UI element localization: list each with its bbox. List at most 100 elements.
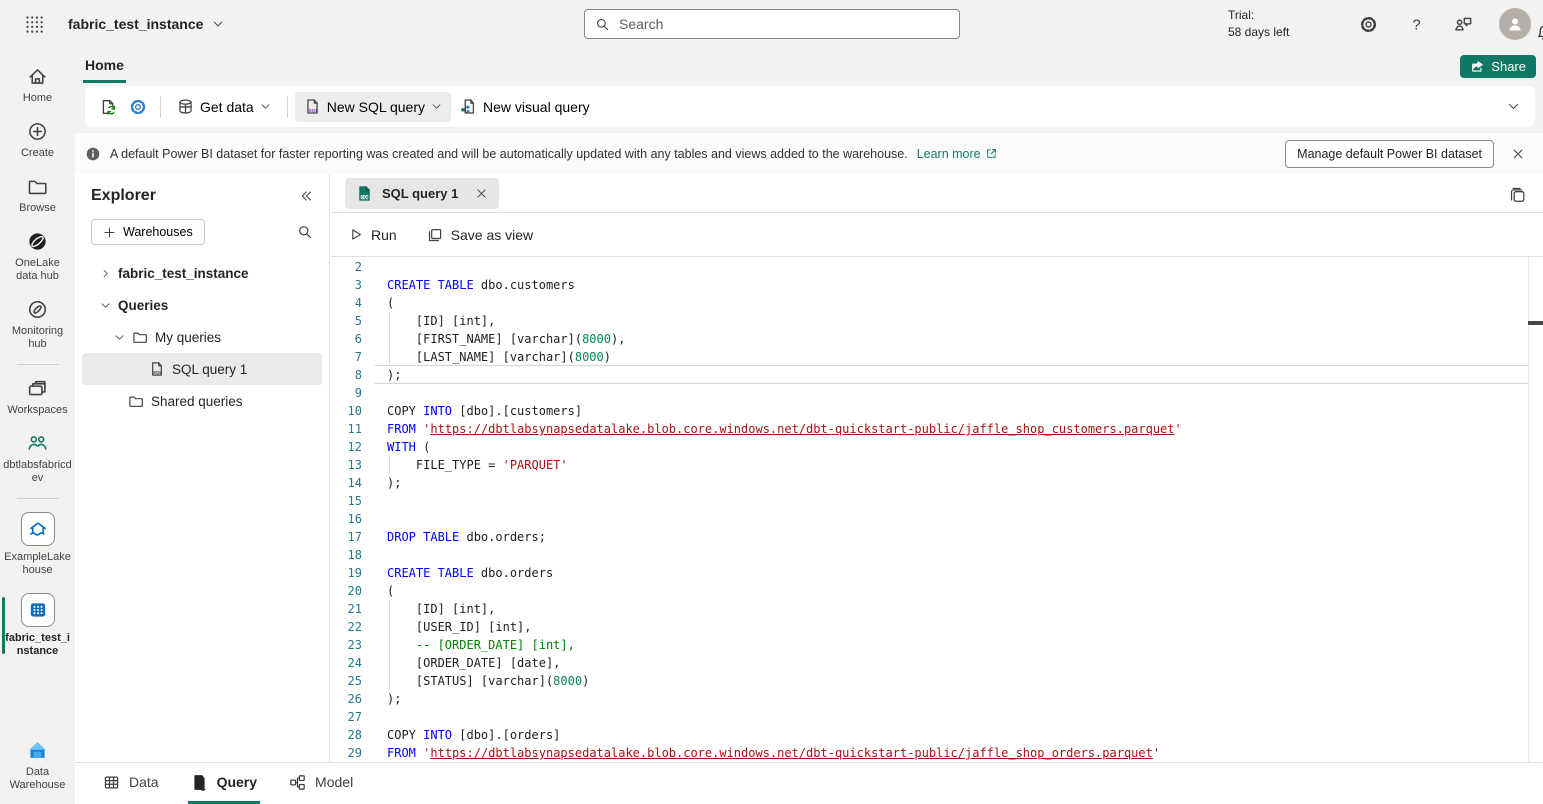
code-line-11[interactable]: 11FROM 'https://dbtlabsynapsedatalake.bl… xyxy=(331,420,1543,438)
code-line-22[interactable]: 22 [USER_ID] [int], xyxy=(331,618,1543,636)
chevron-down-icon[interactable] xyxy=(100,300,111,311)
gear-icon xyxy=(1359,15,1378,34)
code-text: WITH ( xyxy=(375,440,430,454)
learn-more-link[interactable]: Learn more xyxy=(917,147,998,161)
run-button[interactable]: Run xyxy=(348,227,397,243)
copy-icon xyxy=(1509,187,1526,204)
save-as-view-icon xyxy=(427,227,443,243)
code-line-20[interactable]: 20( xyxy=(331,582,1543,600)
editor-scrollbar[interactable] xyxy=(1528,257,1543,762)
code-line-19[interactable]: 19CREATE TABLE dbo.orders xyxy=(331,564,1543,582)
sidebar-item-monitoring-hub[interactable]: Monitoring hub xyxy=(0,291,75,359)
sidebar-item-home[interactable]: Home xyxy=(0,58,75,113)
table-icon xyxy=(103,774,120,791)
account-avatar[interactable] xyxy=(1499,8,1531,40)
code-text: FROM 'https://dbtlabsynapsedatalake.blob… xyxy=(375,746,1160,760)
code-text: ); xyxy=(375,692,401,706)
code-line-24[interactable]: 24 [ORDER_DATE] [date], xyxy=(331,654,1543,672)
model-icon xyxy=(289,774,306,791)
info-icon xyxy=(85,146,101,162)
line-number: 21 xyxy=(331,602,375,616)
settings-button[interactable] xyxy=(1352,8,1384,40)
code-text: ); xyxy=(375,476,401,490)
add-warehouses-button[interactable]: Warehouses xyxy=(91,219,205,245)
code-line-23[interactable]: 23 -- [ORDER_DATE] [int], xyxy=(331,636,1543,654)
new-sql-query-button[interactable]: SQL New SQL query xyxy=(295,92,451,122)
sidebar-item-onelake-data-hub[interactable]: OneLake data hub xyxy=(0,223,75,291)
tab-model[interactable]: Model xyxy=(286,763,356,804)
toolbar: Get data SQL New SQL query New visual qu… xyxy=(85,86,1535,127)
workspace-switcher[interactable]: fabric_test_instance xyxy=(68,16,224,32)
search-input[interactable]: Search xyxy=(584,9,960,39)
chevron-right-icon[interactable] xyxy=(100,268,111,279)
code-line-15[interactable]: 15 xyxy=(331,492,1543,510)
tree-shared-queries[interactable]: Shared queries xyxy=(75,385,329,417)
tree-queries[interactable]: Queries xyxy=(75,289,329,321)
code-line-10[interactable]: 10COPY INTO [dbo].[customers] xyxy=(331,402,1543,420)
code-line-26[interactable]: 26); xyxy=(331,690,1543,708)
tree-my-queries[interactable]: My queries xyxy=(75,321,329,353)
manage-default-dataset-button[interactable]: Manage default Power BI dataset xyxy=(1285,140,1494,168)
sidebar-item-create[interactable]: Create xyxy=(0,113,75,168)
code-line-29[interactable]: 29FROM 'https://dbtlabsynapsedatalake.bl… xyxy=(331,744,1543,762)
refresh-dataset-button[interactable] xyxy=(93,93,123,121)
new-visual-query-button[interactable]: New visual query xyxy=(451,92,599,122)
explorer-tree: fabric_test_instanceQueriesMy queriesSQL… xyxy=(75,257,329,417)
sidebar-item-item-fabric-test-instance[interactable]: fabric_test_instance xyxy=(0,585,75,666)
ribbon-tabs-row: Home Share xyxy=(75,48,1543,83)
code-line-13[interactable]: 13 FILE_TYPE = 'PARQUET' xyxy=(331,456,1543,474)
code-line-14[interactable]: 14); xyxy=(331,474,1543,492)
tab-home[interactable]: Home xyxy=(83,50,126,83)
view-switcher-bar: Data Query Model xyxy=(75,762,1543,804)
sql-code-editor[interactable]: 2 3CREATE TABLE dbo.customers4(5 [ID] [in… xyxy=(331,257,1543,762)
lakehouse-tile-frame xyxy=(21,512,55,546)
code-line-18[interactable]: 18 xyxy=(331,546,1543,564)
code-line-12[interactable]: 12WITH ( xyxy=(331,438,1543,456)
code-line-4[interactable]: 4( xyxy=(331,294,1543,312)
tab-query[interactable]: Query xyxy=(188,763,260,804)
share-button[interactable]: Share xyxy=(1460,55,1536,78)
code-line-16[interactable]: 16 xyxy=(331,510,1543,528)
query-tab-close-button[interactable] xyxy=(475,187,488,200)
sidebar-item-workspaces[interactable]: Workspaces xyxy=(0,370,75,425)
tree-item-label: SQL query 1 xyxy=(172,362,247,377)
line-number: 2 xyxy=(331,260,375,274)
help-button[interactable]: ? xyxy=(1400,8,1432,40)
explorer-collapse-button[interactable] xyxy=(299,189,313,203)
svg-text:SQL: SQL xyxy=(308,108,318,114)
banner-close-button[interactable] xyxy=(1503,139,1533,169)
tree-sql-query-1[interactable]: SQLSQL query 1 xyxy=(82,353,322,385)
save-as-view-button[interactable]: Save as view xyxy=(427,227,533,243)
get-data-button[interactable]: Get data xyxy=(168,92,280,122)
code-line-6[interactable]: 6 [FIRST_NAME] [varchar](8000), xyxy=(331,330,1543,348)
sidebar-item-data-warehouse[interactable]: Data Warehouse xyxy=(0,732,75,800)
monitor-icon xyxy=(27,299,48,320)
tree-fabric-test-instance[interactable]: fabric_test_instance xyxy=(75,257,329,289)
code-line-2[interactable]: 2 xyxy=(331,258,1543,276)
dataset-settings-button[interactable] xyxy=(123,93,153,121)
querydoc-icon xyxy=(191,774,208,791)
copy-button[interactable] xyxy=(1504,182,1530,208)
code-line-7[interactable]: 7 [LAST_NAME] [varchar](8000) xyxy=(331,348,1543,366)
code-line-27[interactable]: 27 xyxy=(331,708,1543,726)
code-line-5[interactable]: 5 [ID] [int], xyxy=(331,312,1543,330)
sidebar-item-workspace-dbtlabsfabricdev[interactable]: dbtlabsfabricdev xyxy=(0,425,75,493)
toolbar-collapse-button[interactable] xyxy=(1499,93,1527,121)
folder-icon xyxy=(27,176,48,197)
feedback-button[interactable] xyxy=(1447,8,1479,40)
code-line-28[interactable]: 28COPY INTO [dbo].[orders] xyxy=(331,726,1543,744)
chevron-down-icon[interactable] xyxy=(114,332,125,343)
person-icon xyxy=(1506,15,1524,33)
sidebar-item-browse[interactable]: Browse xyxy=(0,168,75,223)
sidebar-item-item-examplelakehouse[interactable]: ExampleLakehouse xyxy=(0,504,75,585)
code-line-3[interactable]: 3CREATE TABLE dbo.customers xyxy=(331,276,1543,294)
code-line-9[interactable]: 9 xyxy=(331,384,1543,402)
code-line-17[interactable]: 17DROP TABLE dbo.orders; xyxy=(331,528,1543,546)
explorer-search-button[interactable] xyxy=(297,224,313,240)
code-line-25[interactable]: 25 [STATUS] [varchar](8000) xyxy=(331,672,1543,690)
query-tab[interactable]: SQL SQL query 1 xyxy=(345,178,499,209)
app-launcher-button[interactable] xyxy=(0,0,68,48)
tab-data[interactable]: Data xyxy=(100,763,162,804)
code-line-8[interactable]: 8); xyxy=(331,366,1543,384)
code-line-21[interactable]: 21 [ID] [int], xyxy=(331,600,1543,618)
